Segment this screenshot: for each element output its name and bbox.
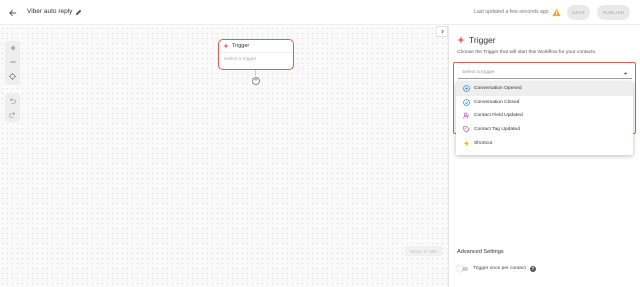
advanced-settings-title: Advanced Settings	[457, 249, 504, 255]
undo-icon	[9, 97, 16, 104]
pencil-icon	[75, 9, 81, 15]
option-contact-field-updated[interactable]: Contact Field Updated	[456, 109, 633, 123]
collapse-panel-button[interactable]	[436, 26, 448, 37]
lightning-icon	[464, 140, 469, 147]
trigger-once-setting: Trigger once per contact ?	[456, 265, 536, 272]
publish-button[interactable]: PUBLISH	[597, 5, 630, 20]
workflow-name[interactable]: Viber auto reply	[27, 8, 72, 15]
zoom-out-button[interactable]	[5, 55, 20, 69]
option-conversation-closed[interactable]: Conversation Closed	[456, 96, 633, 110]
trigger-node-header: Trigger	[219, 40, 293, 53]
option-label: Contact Tag Updated	[474, 127, 520, 133]
option-label: Contact Field Updated	[474, 113, 523, 119]
tag-icon	[463, 126, 470, 133]
warning-icon	[552, 8, 561, 17]
chevron-right-icon	[440, 29, 444, 34]
trigger-dropdown-menu: Conversation Opened Conversation Closed …	[456, 82, 633, 155]
redo-button[interactable]	[5, 107, 20, 121]
chat-bubble-icon	[463, 85, 470, 93]
fit-view-button[interactable]	[5, 69, 20, 83]
option-label: Shortcut	[474, 140, 493, 146]
back-button[interactable]	[6, 6, 20, 20]
chat-check-icon	[463, 99, 470, 106]
undo-button[interactable]	[5, 93, 20, 107]
redo-icon	[9, 111, 16, 118]
edit-name-button[interactable]	[73, 7, 83, 17]
zoom-in-button[interactable]	[5, 41, 20, 55]
option-shortcut[interactable]: Shortcut	[456, 136, 633, 150]
last-updated-status: Last updated a few seconds ago	[474, 9, 549, 15]
node-connector	[255, 70, 256, 76]
steps-counter: Steps: 0 / 100	[405, 246, 442, 256]
trigger-node-placeholder: Select a trigger	[224, 57, 257, 62]
panel-title: Trigger	[469, 35, 496, 45]
save-button[interactable]: SAVE	[567, 5, 590, 20]
panel-description: Choose the Trigger that will start this …	[457, 50, 597, 55]
history-controls	[5, 93, 20, 122]
help-icon[interactable]: ?	[529, 265, 536, 272]
trigger-select[interactable]: Select a trigger	[458, 67, 632, 79]
toggle-knob	[456, 265, 463, 272]
sparkle-icon	[223, 43, 229, 49]
arrow-left-icon	[9, 9, 17, 17]
trigger-once-label: Trigger once per contact	[473, 266, 526, 271]
sparkle-icon	[457, 36, 465, 44]
top-header: Viber auto reply Last updated a few seco…	[0, 0, 640, 25]
trigger-settings-panel: Trigger Choose the Trigger that will sta…	[448, 26, 640, 287]
option-label: Conversation Closed	[474, 99, 520, 105]
option-contact-tag-updated[interactable]: Contact Tag Updated	[456, 123, 633, 137]
chevron-up-icon	[623, 71, 628, 74]
fit-view-icon	[9, 72, 16, 80]
trigger-node[interactable]: Trigger Select a trigger	[218, 39, 294, 70]
minus-icon	[10, 61, 15, 63]
contact-field-icon	[463, 113, 470, 119]
trigger-node-title: Trigger	[232, 43, 250, 49]
panel-header: Trigger	[457, 35, 496, 45]
plus-icon	[10, 45, 15, 51]
trigger-once-toggle[interactable]	[456, 265, 469, 272]
option-conversation-opened[interactable]: Conversation Opened	[456, 82, 633, 96]
trigger-select-placeholder: Select a trigger	[462, 70, 495, 75]
option-label: Conversation Opened	[474, 86, 522, 92]
zoom-controls	[5, 41, 20, 85]
add-step-button[interactable]: +	[252, 77, 260, 85]
